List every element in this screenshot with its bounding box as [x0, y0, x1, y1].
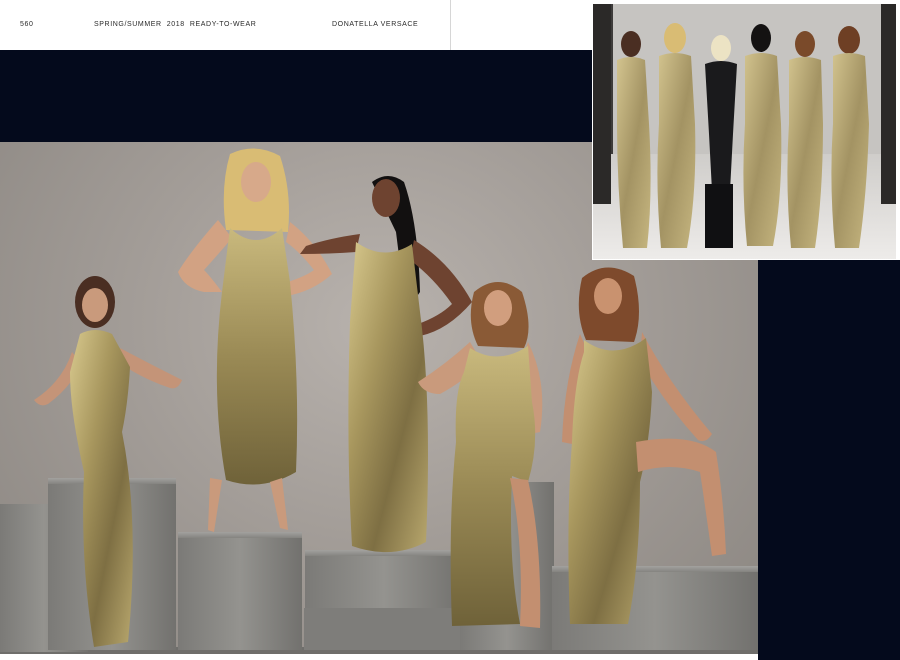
navy-color-block-right: [758, 260, 900, 660]
runway-figure: [657, 23, 696, 248]
runway-figure: [705, 35, 737, 248]
plinth: [304, 608, 464, 650]
runway-figure: [743, 24, 782, 246]
running-header: 560 SPRING/SUMMER 2018 READY-TO-WEAR DON…: [0, 0, 592, 51]
book-spread: 560 SPRING/SUMMER 2018 READY-TO-WEAR DON…: [0, 0, 900, 660]
inset-photo-illustration: [593, 4, 896, 259]
designer-name: DONATELLA VERSACE: [332, 21, 419, 28]
page-number: 560: [20, 21, 34, 28]
model-figure: [178, 148, 332, 532]
plinth: [178, 532, 302, 650]
navy-color-block-top: [0, 50, 592, 142]
page-bottom-margin: [0, 654, 758, 660]
section-title: SPRING/SUMMER 2018 READY-TO-WEAR: [94, 21, 257, 28]
header-divider: [450, 0, 451, 50]
runway-figure: [787, 31, 823, 248]
inset-runway-photograph: [592, 3, 897, 260]
